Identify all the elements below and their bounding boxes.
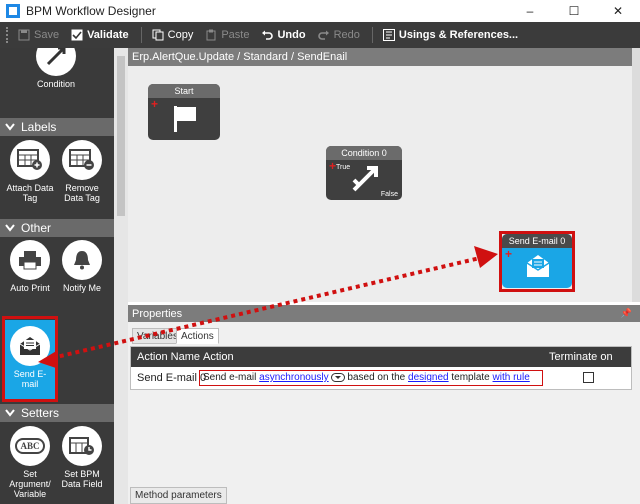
undo-label: Undo: [277, 29, 306, 41]
terminate-on-error-checkbox[interactable]: [583, 372, 594, 383]
section-labels[interactable]: Labels: [0, 118, 114, 136]
paste-label: Paste: [221, 29, 250, 41]
tab-method-parameters[interactable]: Method parameters: [130, 487, 227, 504]
action-text: based on the: [344, 372, 409, 383]
with-rule-link[interactable]: with rule: [493, 372, 530, 383]
copy-icon: [152, 29, 164, 41]
notify-me-label: Notify Me: [62, 283, 101, 293]
undo-button[interactable]: Undo: [261, 29, 306, 41]
usings-references-button[interactable]: Usings & References...: [382, 29, 519, 41]
validate-button[interactable]: Validate: [71, 29, 129, 41]
title-bar: BPM Workflow Designer – ☐ ✕: [0, 0, 640, 22]
redo-button[interactable]: Redo: [317, 29, 360, 41]
attach-tag-icon: [10, 140, 50, 180]
auto-print-label: Auto Print: [10, 283, 50, 293]
palette-notify-me[interactable]: Notify Me: [56, 240, 108, 293]
canvas-scrollbar[interactable]: [632, 48, 640, 302]
save-label: Save: [34, 29, 60, 41]
properties-title: Properties: [132, 307, 183, 320]
chevron-down-icon: [5, 224, 15, 232]
node-start[interactable]: Start +: [148, 84, 220, 140]
references-icon: [382, 29, 395, 41]
add-icon[interactable]: +: [151, 98, 158, 110]
data-field-icon: [62, 426, 102, 466]
undo-icon: [262, 30, 274, 40]
async-link[interactable]: asynchronously: [259, 372, 328, 383]
palette-auto-print[interactable]: Auto Print: [4, 240, 56, 293]
copy-label: Copy: [167, 29, 194, 41]
condition-tool-icon: [36, 48, 76, 76]
palette-remove-data-tag[interactable]: Remove Data Tag: [56, 140, 108, 203]
toolbar-separator: [371, 27, 373, 43]
cell-action-name[interactable]: Send E-mail 0: [137, 369, 206, 387]
remove-tag-icon: [62, 140, 102, 180]
paste-button[interactable]: Paste: [205, 29, 249, 41]
cell-action[interactable]: Send e-mail asynchronously based on the …: [199, 370, 543, 386]
palette-set-argument[interactable]: ABC Set Argument/ Variable: [4, 426, 56, 499]
designed-link[interactable]: designed: [408, 372, 449, 383]
printer-icon: [10, 240, 50, 280]
true-branch-label: True: [336, 164, 351, 171]
col-action: Action: [203, 347, 234, 367]
set-argument-label: Set Argument/ Variable: [9, 469, 51, 499]
false-branch-label: False: [380, 191, 398, 198]
palette-scroll-thumb[interactable]: [117, 56, 125, 216]
bell-icon: [62, 240, 102, 280]
properties-header: Properties 📌: [128, 305, 640, 322]
set-bpm-field-label: Set BPM Data Field: [61, 469, 103, 489]
attach-tag-label: Attach Data Tag: [6, 183, 54, 203]
palette-scrollbar[interactable]: [114, 48, 128, 504]
dropdown-icon[interactable]: [330, 372, 345, 382]
paste-icon: [206, 29, 216, 41]
save-icon: [18, 29, 30, 41]
condition-tool-label: Condition: [36, 79, 76, 89]
highlight-box-palette: [2, 316, 58, 402]
palette-set-bpm-field[interactable]: Set BPM Data Field: [56, 426, 108, 489]
activity-palette: Condition Labels Attach Data Tag Remove …: [0, 48, 114, 504]
actions-table: Action Name Action Terminate on Error Se…: [130, 346, 632, 390]
toolbar-separator: [140, 27, 142, 43]
palette-condition[interactable]: Condition: [30, 48, 82, 89]
toolbar: Save Validate Copy Paste Undo Redo Using…: [0, 22, 640, 48]
remove-tag-label: Remove Data Tag: [64, 183, 100, 203]
maximize-button[interactable]: ☐: [552, 0, 596, 22]
toolbar-grip[interactable]: [6, 27, 10, 43]
section-setters[interactable]: Setters: [0, 404, 114, 422]
abc-icon: ABC: [10, 426, 50, 466]
checkbox-icon: [71, 29, 83, 41]
action-text: Send e-mail: [203, 372, 260, 383]
minimize-button[interactable]: –: [508, 0, 552, 22]
condition-arrow-icon: [352, 166, 378, 192]
save-button[interactable]: Save: [18, 29, 59, 41]
validate-label: Validate: [87, 29, 129, 41]
chevron-down-icon: [5, 123, 15, 131]
col-action-name: Action Name: [137, 347, 200, 367]
section-setters-title: Setters: [21, 406, 60, 420]
flag-icon: [174, 106, 196, 132]
col-terminate-on-error: Terminate on Error: [549, 347, 631, 383]
highlight-box-node: [499, 231, 575, 292]
chevron-down-icon: [5, 409, 15, 417]
action-text: template: [448, 372, 493, 383]
node-condition-title: Condition 0: [326, 146, 402, 160]
close-button[interactable]: ✕: [596, 0, 640, 22]
redo-icon: [317, 30, 329, 40]
usings-references-label: Usings & References...: [398, 29, 519, 41]
palette-attach-data-tag[interactable]: Attach Data Tag: [4, 140, 56, 203]
window-title: BPM Workflow Designer: [26, 4, 156, 18]
abc-glyph: ABC: [15, 438, 45, 454]
node-condition[interactable]: Condition 0 + True False: [326, 146, 402, 200]
redo-label: Redo: [333, 29, 360, 41]
section-labels-title: Labels: [21, 120, 57, 134]
canvas-breadcrumb: Erp.AlertQue.Update / Standard / SendEna…: [128, 48, 632, 66]
section-other-title: Other: [21, 221, 52, 235]
add-icon[interactable]: +: [329, 160, 336, 172]
copy-button[interactable]: Copy: [152, 29, 194, 41]
app-icon: [6, 4, 20, 18]
section-other[interactable]: Other: [0, 219, 114, 237]
pin-icon[interactable]: 📌: [621, 308, 632, 319]
node-start-title: Start: [148, 84, 220, 98]
tab-actions[interactable]: Actions: [176, 328, 219, 344]
